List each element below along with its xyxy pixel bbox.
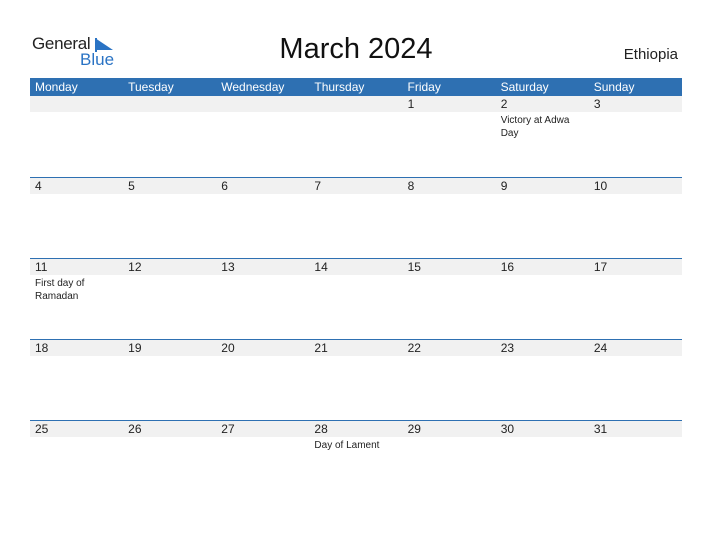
day-number: 12 <box>128 260 142 274</box>
day-cell: 17 <box>589 259 682 340</box>
day-number: 28 <box>314 422 328 436</box>
day-cell: 21 <box>309 340 402 421</box>
day-number: 21 <box>314 341 328 355</box>
weekday-friday: Friday <box>407 80 441 94</box>
day-number: 2 <box>500 97 508 111</box>
day-number: 13 <box>221 260 235 274</box>
day-cell <box>123 96 216 177</box>
day-cell: 13 <box>216 259 309 340</box>
holiday-label: Day of Lament <box>314 440 380 451</box>
day-number: 9 <box>500 179 508 193</box>
week-row: 11 First day of Ramadan 12 13 14 15 16 17 <box>30 258 682 340</box>
day-number: 26 <box>128 422 142 436</box>
day-number: 17 <box>593 260 608 274</box>
weekday-saturday: Saturday <box>500 80 549 94</box>
day-number: 23 <box>500 341 515 355</box>
weekday-tuesday: Tuesday <box>128 80 174 94</box>
day-number: 18 <box>35 341 49 355</box>
day-cell: 6 <box>216 178 309 259</box>
day-cell: 31 <box>589 421 682 502</box>
day-cell: 9 <box>496 178 589 259</box>
day-cell: 1 <box>403 96 496 177</box>
day-cell: 23 <box>496 340 589 421</box>
day-number: 16 <box>500 260 515 274</box>
day-number: 25 <box>35 422 49 436</box>
weekday-header: Monday Tuesday Wednesday Thursday Friday… <box>30 78 682 96</box>
day-number <box>128 96 216 112</box>
day-cell: 24 <box>589 340 682 421</box>
weekday-sunday: Sunday <box>593 80 635 94</box>
day-number: 7 <box>314 179 322 193</box>
day-number: 30 <box>500 422 515 436</box>
day-number: 15 <box>407 260 421 274</box>
day-number <box>221 96 309 112</box>
day-cell <box>30 96 123 177</box>
weekday-monday: Monday <box>35 80 78 94</box>
holiday-label: Victory at Adwa Day <box>500 115 570 139</box>
day-number: 19 <box>128 341 142 355</box>
week-row: 4 5 6 7 8 9 10 <box>30 177 682 259</box>
day-number: 24 <box>593 341 608 355</box>
page-title: March 2024 <box>279 33 433 65</box>
week-row: 1 2 Victory at Adwa Day 3 <box>30 96 682 177</box>
day-cell: 11 First day of Ramadan <box>30 259 123 340</box>
day-number: 6 <box>221 179 228 193</box>
day-cell: 26 <box>123 421 216 502</box>
day-number: 11 <box>35 260 48 274</box>
day-number: 31 <box>593 422 608 436</box>
day-number: 10 <box>593 179 608 193</box>
weekday-thursday: Thursday <box>314 80 365 94</box>
day-cell: 28 Day of Lament <box>309 421 402 502</box>
day-cell <box>309 96 402 177</box>
day-cell: 30 <box>496 421 589 502</box>
day-number: 5 <box>128 179 135 193</box>
day-cell <box>216 96 309 177</box>
day-cell: 10 <box>589 178 682 259</box>
day-number: 29 <box>407 422 421 436</box>
holiday-label: First day of Ramadan <box>35 278 85 302</box>
day-cell: 25 <box>30 421 123 502</box>
day-number <box>35 96 123 112</box>
week-row: 18 19 20 21 22 23 24 <box>30 339 682 421</box>
day-number: 27 <box>221 422 235 436</box>
day-number: 20 <box>221 341 235 355</box>
day-cell: 15 <box>403 259 496 340</box>
day-cell: 7 <box>309 178 402 259</box>
day-cell: 2 Victory at Adwa Day <box>496 96 589 177</box>
country-label: Ethiopia <box>623 46 678 63</box>
day-cell: 22 <box>403 340 496 421</box>
day-number: 22 <box>407 341 421 355</box>
day-cell: 16 <box>496 259 589 340</box>
day-number: 14 <box>314 260 328 274</box>
day-cell: 19 <box>123 340 216 421</box>
weekday-wednesday: Wednesday <box>221 80 285 94</box>
day-number: 3 <box>593 97 601 111</box>
day-cell: 29 <box>403 421 496 502</box>
day-cell: 12 <box>123 259 216 340</box>
day-cell: 5 <box>123 178 216 259</box>
day-number: 4 <box>35 179 42 193</box>
day-number: 8 <box>407 179 415 193</box>
day-number <box>314 96 402 112</box>
day-cell: 27 <box>216 421 309 502</box>
day-cell: 8 <box>403 178 496 259</box>
day-cell: 3 <box>589 96 682 177</box>
day-cell: 18 <box>30 340 123 421</box>
week-row: 25 26 27 28 Day of Lament 29 30 31 <box>30 420 682 502</box>
day-cell: 4 <box>30 178 123 259</box>
day-number: 1 <box>407 97 415 111</box>
day-cell: 14 <box>309 259 402 340</box>
day-cell: 20 <box>216 340 309 421</box>
